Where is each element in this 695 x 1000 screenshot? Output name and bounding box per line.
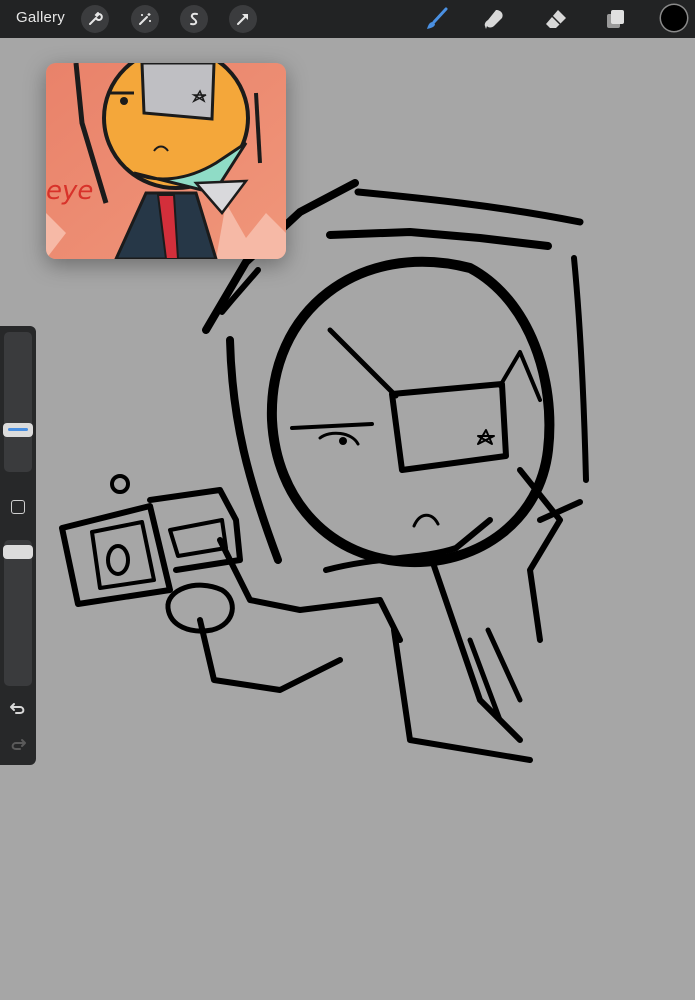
drawing-stroke [467, 627, 523, 723]
drawing-stroke [90, 520, 156, 590]
left-sidebar [0, 326, 36, 765]
brush-size-thumb[interactable] [3, 422, 33, 437]
color-picker-button[interactable] [661, 5, 687, 31]
opacity-thumb[interactable] [3, 545, 33, 560]
drawing-stroke [110, 474, 130, 494]
brush-size-slider[interactable] [4, 332, 32, 472]
drawing-stroke [326, 228, 552, 250]
smudge-icon [484, 10, 503, 29]
adjustments-button[interactable] [131, 5, 159, 33]
drawing-stroke [168, 518, 228, 558]
selection-s-icon [190, 12, 198, 26]
drawing-stroke [266, 256, 555, 568]
drawing-stroke [318, 431, 360, 446]
drawing-stroke [571, 255, 589, 483]
drawing-stroke [106, 544, 130, 576]
redo-icon[interactable] [8, 734, 28, 754]
reference-handwriting: eye [46, 176, 93, 206]
drawing-stroke [389, 381, 509, 473]
transform-arrow-icon [237, 14, 248, 25]
drawing-stroke [59, 503, 173, 607]
eraser-tool[interactable] [542, 5, 570, 33]
wrench-icon [89, 12, 103, 25]
modify-button[interactable] [11, 500, 25, 514]
brush-icon [427, 7, 448, 29]
reference-window[interactable]: eye [46, 63, 286, 259]
drawing-stroke [354, 188, 584, 226]
opacity-slider[interactable] [4, 540, 32, 686]
drawing-stroke [327, 327, 399, 399]
drawing-stroke [517, 467, 563, 643]
reference-image: eye [46, 63, 286, 259]
drawing-stroke [197, 617, 343, 693]
magic-wand-icon [139, 13, 151, 25]
drawing-stroke [498, 350, 542, 402]
brush-tool[interactable] [423, 5, 451, 33]
gallery-button[interactable]: Gallery [16, 9, 65, 26]
smudge-tool[interactable] [481, 5, 509, 33]
layers-tool[interactable] [602, 5, 630, 33]
eraser-icon [546, 10, 566, 28]
selection-button[interactable] [180, 5, 208, 33]
drawing-stroke [412, 513, 440, 528]
drawing-stroke [477, 429, 495, 445]
actions-button[interactable] [81, 5, 109, 33]
layers-icon [607, 10, 624, 28]
undo-icon[interactable] [8, 698, 28, 718]
top-toolbar: Gallery [0, 0, 695, 38]
drawing-stroke [290, 422, 374, 430]
transform-button[interactable] [229, 5, 257, 33]
